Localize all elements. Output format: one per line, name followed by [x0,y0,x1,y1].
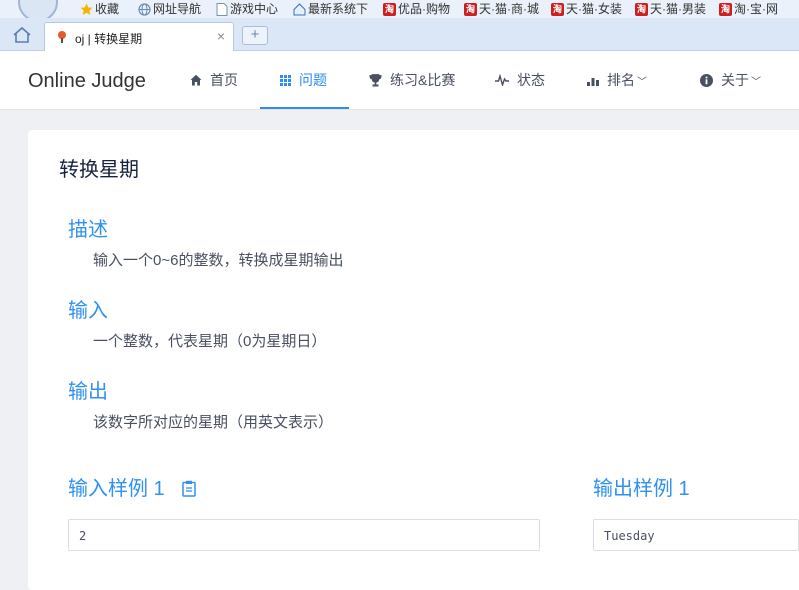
bookmark-label: 天·猫·女装 [566,2,622,16]
bookmark-label: 网址导航 [153,2,202,16]
bookmark-tmall-men[interactable]: 淘天·猫·男装 [635,1,706,17]
browser-tab-bar: oj | 转换星期 × + [0,18,799,51]
bar-chart-icon [587,77,599,86]
trophy-icon [369,73,382,87]
nav-problems[interactable]: 问题 [260,51,349,109]
description-heading: 描述 [68,219,108,241]
nav-about[interactable]: 关于 ﹀ [700,51,761,109]
taobao-icon: 淘 [635,3,648,17]
bookmark-shop[interactable]: 淘优品·购物 [383,1,450,17]
bookmark-tmall-women[interactable]: 淘天·猫·女装 [551,1,622,17]
chevron-down-icon: ﹀ [751,77,761,88]
sample-input-label: 输入样例 1 [68,478,165,500]
nav-label: 问题 [299,72,327,88]
bookmark-nav[interactable]: 网址导航 [138,1,201,17]
home-icon[interactable] [12,26,32,44]
input-text: 一个整数，代表星期（0为星期日） [93,333,327,350]
bookmark-label: 收藏 [95,2,120,16]
nav-contests[interactable]: 练习&比赛 [369,51,455,109]
nav-label: 首页 [210,72,238,88]
grid-icon [280,74,291,86]
browser-tab[interactable]: oj | 转换星期 × [44,22,234,51]
chevron-down-icon: ﹀ [637,77,647,88]
nav-label: 练习&比赛 [390,72,456,88]
pulse-icon [495,74,509,87]
bookmark-label: 游戏中心 [230,2,279,16]
page-icon [216,3,228,17]
bookmark-label: 最新系统下 [308,2,369,16]
sample-output-box[interactable]: Tuesday [593,519,799,551]
bookmark-tmall[interactable]: 淘天·猫·商·城 [464,1,539,17]
bookmark-games[interactable]: 游戏中心 [216,1,278,17]
sample-input-box[interactable]: 2 [68,519,540,551]
new-tab-button[interactable]: + [242,26,268,45]
nav-status[interactable]: 状态 [495,51,545,109]
bookmark-label: 天·猫·男装 [650,2,706,16]
tab-title: oj | 转换星期 [75,32,143,46]
home-icon [190,75,202,86]
globe-icon [138,3,151,16]
bookmark-favorites[interactable]: 收藏 [80,1,119,17]
output-text: 该数字所对应的星期（用英文表示） [93,414,334,431]
page-title: 转换星期 [59,159,139,181]
clipboard-icon[interactable] [182,480,196,497]
output-heading: 输出 [68,381,108,403]
nav-label: 状态 [517,72,545,88]
taobao-icon: 淘 [464,3,477,17]
bookmark-label: 天·猫·商·城 [479,2,539,16]
info-icon [700,73,713,87]
bookmark-label: 淘·宝·网 [734,2,778,16]
input-heading: 输入 [68,300,108,322]
taobao-icon: 淘 [383,3,396,17]
brand-title[interactable]: Online Judge [28,70,146,93]
sample-output-heading: 输出样例 1 [593,478,690,500]
nav-home[interactable]: 首页 [190,51,238,109]
top-navbar: Online Judge 首页 问题 练习&比赛 状态 排名 ﹀ 关于 ﹀ [0,51,799,110]
nav-label: 关于 [721,72,749,88]
problem-card: 转换星期 描述 输入一个0~6的整数，转换成星期输出 输入 一个整数，代表星期（… [28,130,799,590]
bookmark-label: 优品·购物 [398,2,450,16]
star-icon [80,3,93,16]
nav-label: 排名 [607,72,635,88]
favicon-icon [58,31,66,43]
taobao-icon: 淘 [551,3,564,17]
description-text: 输入一个0~6的整数，转换成星期输出 [93,252,344,269]
nav-rank[interactable]: 排名 ﹀ [587,51,647,109]
tab-close-button[interactable]: × [217,28,225,44]
house-icon [293,3,306,16]
bookmarks-bar: 收藏 网址导航 游戏中心 最新系统下 淘优品·购物 淘天·猫·商·城 淘天·猫·… [0,0,799,22]
bookmark-system[interactable]: 最新系统下 [293,1,368,17]
bookmark-taobao[interactable]: 淘淘·宝·网 [719,1,778,17]
sample-input-heading: 输入样例 1 [68,472,196,501]
taobao-icon: 淘 [719,3,732,17]
